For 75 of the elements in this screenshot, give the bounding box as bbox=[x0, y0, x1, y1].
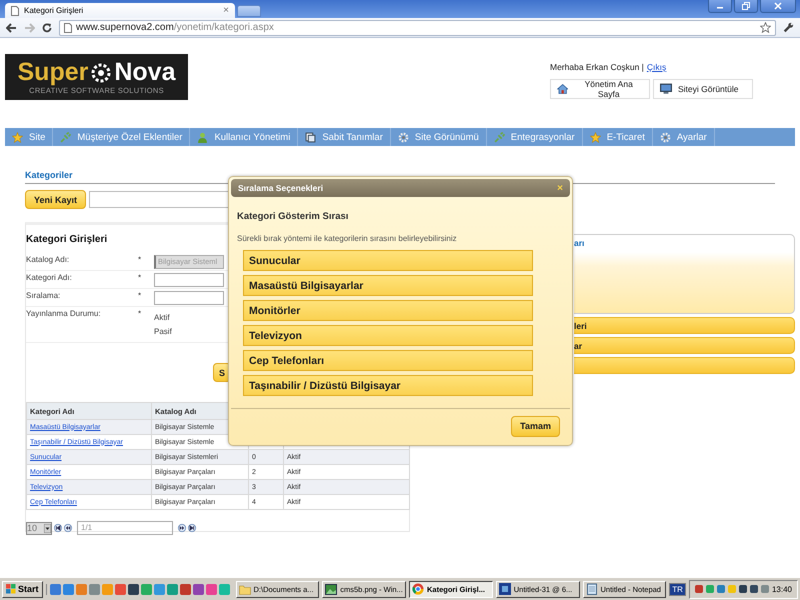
windows-logo-icon bbox=[6, 584, 16, 594]
required-mark: * bbox=[138, 309, 142, 318]
back-icon[interactable] bbox=[6, 22, 17, 32]
field-label: Katalog Adı: bbox=[26, 255, 70, 264]
browser-tab[interactable]: Kategori Girişleri × bbox=[5, 3, 235, 18]
sortable-item[interactable]: Monitörler bbox=[243, 300, 533, 321]
close-tab-button[interactable]: × bbox=[223, 5, 229, 16]
sortable-item[interactable]: Sunucular bbox=[243, 250, 533, 271]
user-icon bbox=[197, 132, 208, 142]
reload-icon[interactable] bbox=[42, 22, 52, 32]
dialog-heading: Kategori Gösterim Sırası bbox=[237, 211, 350, 222]
app-icon[interactable] bbox=[128, 584, 139, 594]
bookmark-star-icon[interactable] bbox=[760, 22, 771, 33]
start-button[interactable]: Start bbox=[2, 580, 43, 598]
dialog-title: Sıralama Seçenekleri bbox=[238, 183, 324, 193]
field-label: Sıralama: bbox=[26, 291, 62, 300]
monitor-icon bbox=[660, 83, 672, 95]
panel-bar[interactable] bbox=[574, 357, 795, 374]
app-icon[interactable] bbox=[192, 584, 204, 594]
restore-icon bbox=[742, 2, 750, 10]
previous-page-icon[interactable] bbox=[64, 524, 72, 532]
sortable-item[interactable]: Cep Telefonları bbox=[243, 350, 533, 371]
clock: 13:40 bbox=[772, 584, 792, 594]
app-icon[interactable] bbox=[180, 584, 191, 594]
field-label: Yayınlanma Durumu: bbox=[26, 309, 102, 318]
panel-title: arı bbox=[574, 237, 586, 248]
image-icon bbox=[325, 584, 338, 594]
close-icon bbox=[774, 2, 782, 10]
greeting-text: Merhaba Erkan Coşkun | bbox=[550, 62, 644, 72]
sortable-item[interactable]: Televizyon bbox=[243, 325, 533, 346]
wrench-icon[interactable] bbox=[783, 22, 794, 33]
header-button[interactable]: Siteyi Görüntüle bbox=[653, 79, 753, 99]
gear-icon bbox=[660, 132, 671, 142]
sortable-item[interactable]: Masaüstü Bilgisayarlar bbox=[243, 275, 533, 296]
panel-bar[interactable]: leri bbox=[574, 317, 795, 334]
first-page-icon[interactable] bbox=[54, 524, 62, 532]
option-label[interactable]: Pasif bbox=[154, 327, 172, 336]
next-page-icon[interactable] bbox=[178, 524, 186, 532]
close-window-button[interactable] bbox=[760, 0, 796, 13]
star-icon bbox=[590, 132, 601, 142]
minimize-button[interactable] bbox=[708, 0, 732, 13]
gear-icon bbox=[398, 132, 409, 142]
sortable-item[interactable]: Taşınabilir / Dizüstü Bilgisayar bbox=[243, 375, 533, 396]
restore-button[interactable] bbox=[734, 0, 758, 13]
page-icon bbox=[64, 22, 72, 32]
plug-icon bbox=[60, 132, 72, 142]
dropdown-icon bbox=[44, 524, 51, 532]
header-button[interactable]: Yönetim Ana Sayfa bbox=[550, 79, 650, 99]
required-mark: * bbox=[138, 291, 142, 300]
dialog-description: Sürekli bırak yöntemi ile kategorilerin sırasını belirleyebilirsiniz bbox=[237, 234, 458, 243]
browser-icon bbox=[412, 583, 424, 595]
form-title: Kategori Girişleri bbox=[26, 234, 108, 245]
star-icon bbox=[12, 132, 23, 142]
input-field[interactable] bbox=[154, 291, 224, 305]
notepad-icon bbox=[586, 583, 598, 595]
forward-icon[interactable] bbox=[24, 22, 35, 32]
folder-icon bbox=[238, 584, 251, 594]
new-record-button[interactable]: Yeni Kayıt bbox=[25, 190, 86, 209]
page-icon bbox=[11, 6, 19, 16]
field-label: Kategori Adı: bbox=[26, 273, 73, 282]
option-label[interactable]: Aktif bbox=[154, 313, 172, 322]
ok-button[interactable]: Tamam bbox=[511, 416, 560, 436]
plug-icon bbox=[494, 132, 505, 142]
input-field[interactable] bbox=[154, 273, 224, 287]
app-icon bbox=[498, 583, 511, 595]
section-title: Kategoriler bbox=[25, 170, 73, 180]
last-page-icon[interactable] bbox=[188, 524, 196, 532]
document-icon bbox=[305, 132, 316, 142]
required-mark: * bbox=[138, 255, 142, 264]
language-indicator[interactable]: TR bbox=[669, 582, 686, 596]
panel-bar[interactable]: ar bbox=[574, 337, 795, 354]
logout-link[interactable]: Çıkış bbox=[646, 62, 666, 72]
new-tab-button[interactable] bbox=[237, 5, 261, 17]
home-icon bbox=[557, 83, 568, 95]
required-mark: * bbox=[138, 273, 142, 282]
